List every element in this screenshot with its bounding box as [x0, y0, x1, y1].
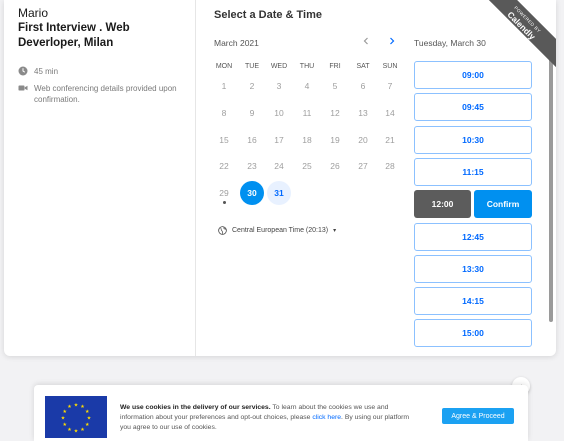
timezone-selector[interactable]: Central European Time (20:13) ▾ — [218, 226, 336, 235]
calendar-day-23: 23 — [247, 161, 257, 171]
agree-proceed-button[interactable]: Agree & Proceed — [442, 408, 514, 424]
confirm-button[interactable]: Confirm — [474, 190, 532, 218]
cookie-text: We use cookies in the delivery of our se… — [120, 403, 420, 433]
calendar-panel: Select a Date & Time March 2021 MON TUE WE… — [196, 0, 410, 356]
clock-icon — [18, 66, 28, 76]
time-slot-1030[interactable]: 10:30 — [414, 126, 532, 154]
selected-date-label: Tuesday, March 30 — [414, 38, 486, 48]
calendar-day-16: 16 — [247, 135, 257, 145]
event-title: First Interview . Web Deverloper, Milan — [18, 22, 130, 49]
calendar-day-14: 14 — [385, 108, 395, 118]
chevron-right-icon — [390, 37, 395, 45]
svg-text:★: ★ — [67, 427, 72, 433]
time-slot-1245[interactable]: 12:45 — [414, 223, 532, 251]
scheduling-card: Mario First Interview . Web Deverloper, … — [4, 0, 556, 356]
calendar-day-31[interactable]: 31 — [267, 181, 291, 205]
calendar-day-1: 1 — [221, 81, 227, 91]
calendar-day-4: 4 — [304, 81, 310, 91]
globe-icon — [218, 226, 227, 235]
prev-month-button[interactable] — [358, 33, 374, 49]
calendar-day-7: 7 — [387, 81, 393, 91]
calendar-day-28: 28 — [385, 161, 395, 171]
time-slot-1500[interactable]: 15:00 — [414, 319, 532, 347]
calendar-day-3: 3 — [276, 81, 282, 91]
calendar-day-11: 11 — [302, 108, 312, 118]
cookie-policy-link[interactable]: click here — [312, 414, 341, 421]
time-slot-0945[interactable]: 09:45 — [414, 93, 532, 121]
calendar-day-5: 5 — [332, 81, 338, 91]
svg-text:★: ★ — [87, 416, 92, 422]
time-slot-1330[interactable]: 13:30 — [414, 255, 532, 283]
weekday-sun: SUN — [382, 63, 398, 70]
eu-flag-icon: ★★★★★★★★★ ★ ★★ — [45, 396, 107, 438]
svg-text:★: ★ — [74, 403, 79, 409]
time-slot-1115[interactable]: 11:15 — [414, 158, 532, 186]
calendar-day-20: 20 — [358, 135, 368, 145]
svg-text:★: ★ — [80, 427, 85, 433]
selected-slot-row: 12:00 Confirm — [414, 190, 532, 218]
calendar-day-10: 10 — [274, 108, 284, 118]
calendar-day-15: 15 — [219, 135, 229, 145]
weekday-fri: FRI — [329, 63, 341, 70]
time-slot-0900[interactable]: 09:00 — [414, 61, 532, 89]
svg-text:★: ★ — [85, 422, 90, 428]
svg-text:★: ★ — [61, 416, 66, 422]
host-name: Mario — [18, 6, 49, 20]
month-label: March 2021 — [214, 38, 259, 48]
calendar-day-25: 25 — [302, 161, 312, 171]
time-slots-panel: Tuesday, March 30 09:00 09:45 10:30 11:15 1… — [410, 0, 556, 356]
calendar-day-17: 17 — [274, 135, 284, 145]
calendar-day-26: 26 — [330, 161, 340, 171]
svg-text:★: ★ — [85, 409, 90, 415]
calendar-day-24: 24 — [274, 161, 284, 171]
calendar-day-18: 18 — [302, 135, 312, 145]
weekday-thu: THU — [299, 63, 315, 70]
calendar-day-27: 27 — [358, 161, 368, 171]
today-indicator — [222, 201, 226, 204]
duration-row: 45 min — [18, 66, 58, 77]
caret-down-icon: ▾ — [333, 228, 337, 234]
calendar-day-8: 8 — [221, 108, 227, 118]
calendar-day-13: 13 — [358, 108, 368, 118]
cookie-bold-text: We use cookies in the delivery of our se… — [120, 404, 271, 411]
time-slot-1415[interactable]: 14:15 — [414, 287, 532, 315]
video-conference-icon — [18, 85, 28, 91]
svg-text:★: ★ — [62, 422, 67, 428]
calendar-day-2: 2 — [249, 81, 255, 91]
timezone-label: Central European Time (20:13) — [232, 227, 329, 234]
duration-text: 45 min — [34, 67, 59, 76]
calendar-day-6: 6 — [360, 81, 366, 91]
selected-time-slot[interactable]: 12:00 — [414, 190, 471, 218]
next-month-button[interactable] — [384, 33, 400, 49]
time-slots-scrollbar[interactable] — [549, 56, 553, 322]
calendar-day-9: 9 — [249, 108, 255, 118]
svg-text:★: ★ — [74, 429, 79, 435]
svg-text:★: ★ — [67, 404, 72, 410]
calendar-day-21: 21 — [385, 135, 395, 145]
weekday-tue: TUE — [245, 63, 259, 70]
weekday-wed: WED — [270, 63, 288, 70]
conferencing-row: Web conferencing details provided upon c… — [18, 83, 188, 105]
calendar-day-12: 12 — [330, 108, 340, 118]
weekday-mon: MON — [215, 63, 233, 70]
conferencing-text: Web conferencing details provided upon c… — [34, 84, 177, 104]
weekday-sat: SAT — [356, 63, 370, 70]
cookie-banner: ★ ★ ★ ★ ★ ★ ★ ★ ★ ★ ★ ★ We use cookies in the deliv… — [34, 385, 528, 441]
event-info-panel: Mario First Interview . Web Deverloper, … — [4, 0, 196, 356]
calendar-day-29: 29 — [212, 181, 236, 205]
calendar-day-22: 22 — [219, 161, 229, 171]
calendar-title: Select a Date & Time — [214, 9, 323, 21]
calendar-day-19: 19 — [330, 135, 340, 145]
calendar-day-30[interactable]: 30 — [240, 181, 264, 205]
chevron-left-icon — [363, 37, 368, 45]
